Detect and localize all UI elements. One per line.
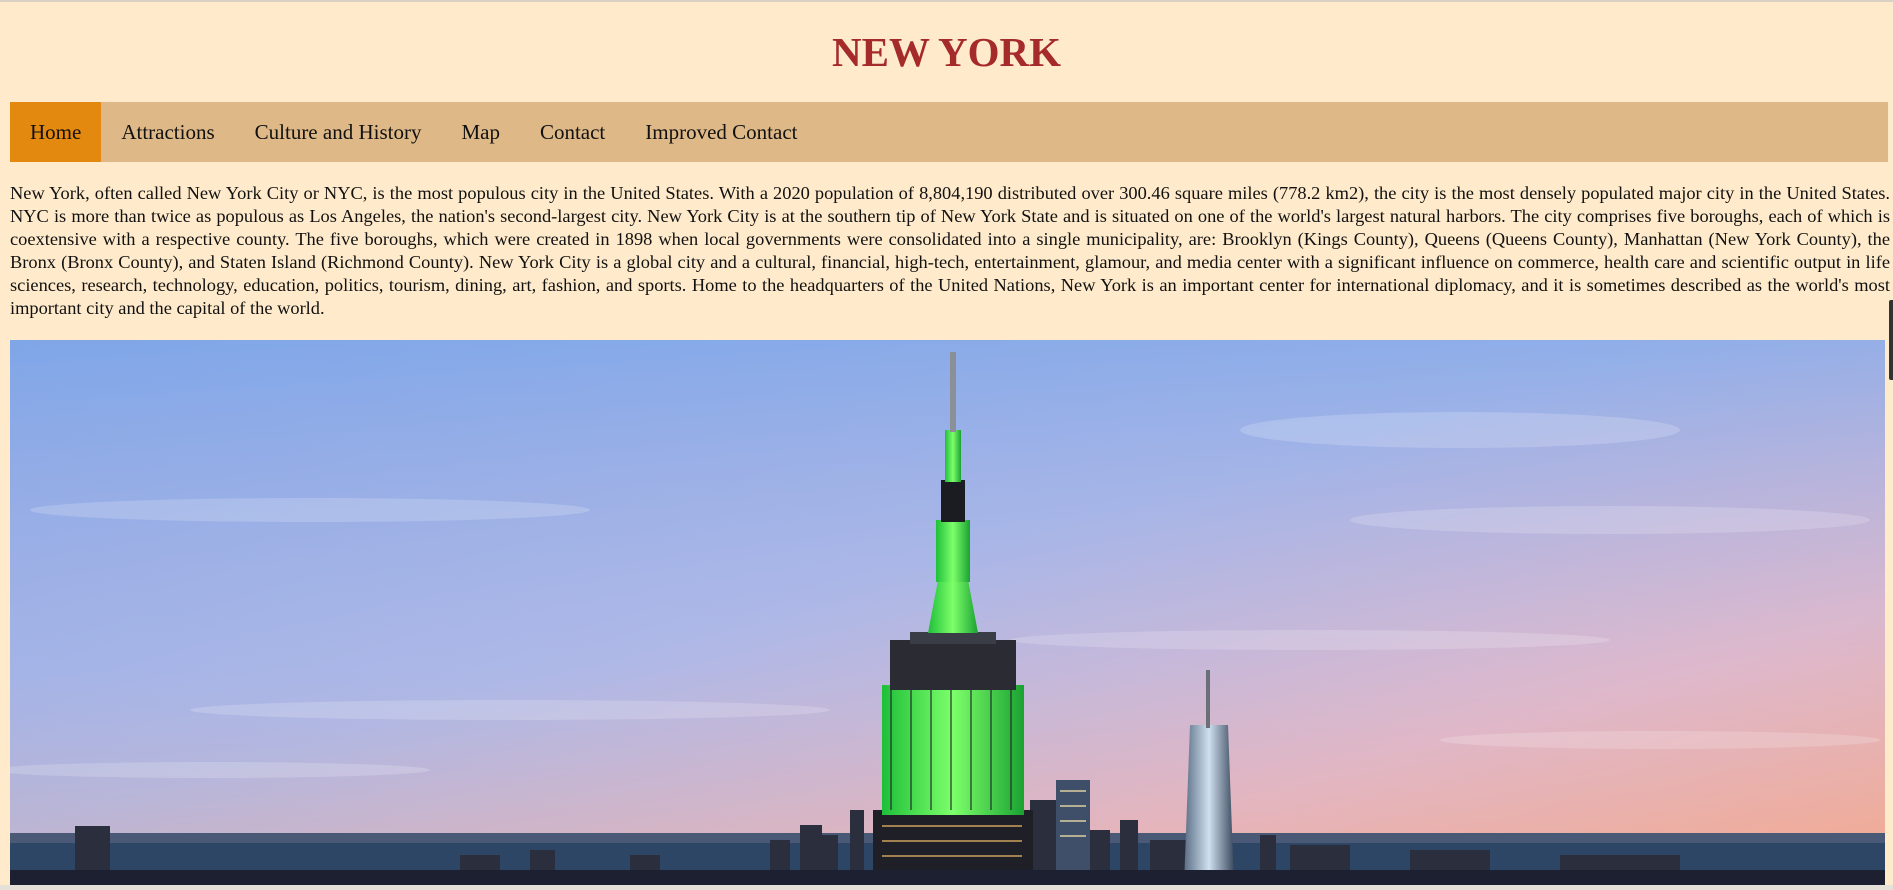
page: NEW YORK Home Attractions Culture and Hi… [0, 0, 1893, 890]
nav-item-improved-contact[interactable]: Improved Contact [625, 102, 817, 162]
main-navbar: Home Attractions Culture and History Map… [10, 102, 1888, 162]
nav-item-map[interactable]: Map [441, 102, 520, 162]
scrollbar-handle[interactable] [1889, 300, 1893, 380]
nav-item-culture-and-history[interactable]: Culture and History [235, 102, 442, 162]
page-title: NEW YORK [832, 29, 1061, 75]
skyline-hero-image [10, 340, 1885, 885]
top-border [0, 0, 1893, 2]
nav-item-home[interactable]: Home [10, 102, 102, 162]
nav-item-contact[interactable]: Contact [520, 102, 625, 162]
skyline-illustration [10, 340, 1885, 885]
nav-item-attractions[interactable]: Attractions [101, 102, 234, 162]
intro-paragraph: New York, often called New York City or … [10, 183, 1890, 318]
bottom-border [0, 885, 1893, 890]
